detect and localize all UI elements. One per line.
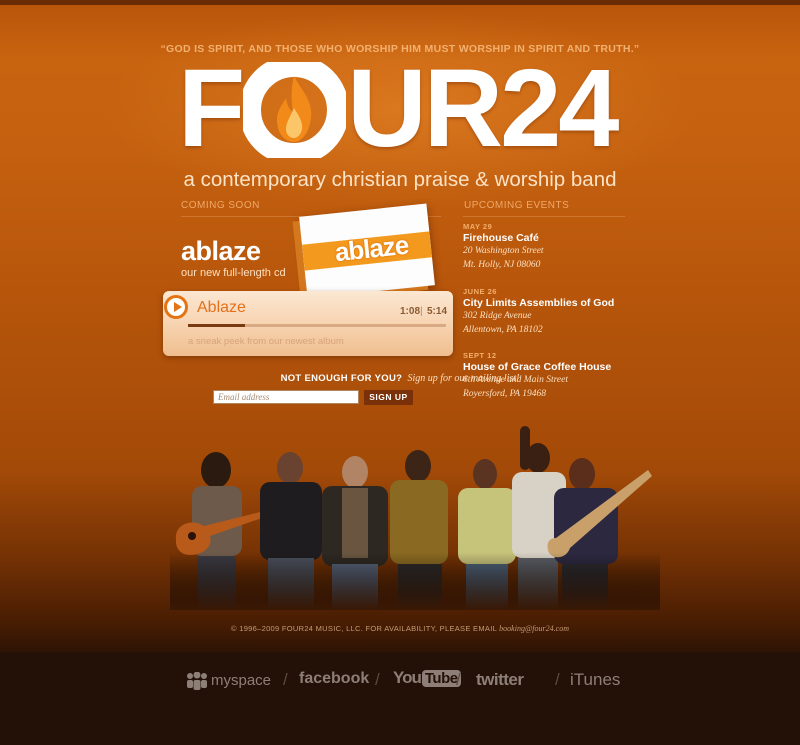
player-caption: a sneak peek from our newest album — [188, 336, 344, 347]
event-address-line1: 6th Avenue and Main Street — [463, 375, 569, 385]
youtube-tube-text: Tube — [421, 670, 461, 687]
event-item: MAY 29 Firehouse Café 20 Washington Stre… — [463, 222, 653, 272]
upcoming-events-label: UPCOMING EVENTS — [464, 200, 570, 211]
event-date: SEPT 12 — [463, 351, 497, 360]
twitter-link[interactable]: twitter — [476, 670, 524, 690]
event-item: JUNE 26 City Limits Assemblies of God 30… — [463, 287, 653, 337]
tagline: a contemporary christian praise & worshi… — [183, 168, 617, 191]
itunes-link[interactable]: iTunes — [570, 670, 620, 690]
album-cover[interactable]: ablaze — [299, 203, 435, 299]
event-venue[interactable]: House of Grace Coffee House — [463, 361, 653, 373]
track-title: Ablaze — [197, 299, 246, 316]
top-bar — [0, 0, 800, 5]
audio-player: Ablaze 1:08 | 5:14 a sneak peek from our… — [163, 291, 453, 356]
play-icon[interactable] — [164, 295, 188, 319]
current-time: 1:08 — [400, 306, 421, 317]
footer — [0, 652, 800, 745]
event-address-line2: Royersford, PA 19468 — [463, 389, 546, 399]
mailing-prompt-text: NOT ENOUGH FOR YOU? — [280, 373, 403, 384]
event-venue[interactable]: City Limits Assemblies of God — [463, 297, 653, 309]
booking-email-link[interactable]: booking@four24.com — [499, 624, 569, 633]
mailing-prompt: NOT ENOUGH FOR YOU? Sign up for our mail… — [0, 373, 800, 384]
event-date: JUNE 26 — [463, 287, 497, 296]
total-time: 5:14 — [427, 306, 448, 317]
separator: / — [555, 670, 560, 689]
coming-soon-label: COMING SOON — [181, 200, 260, 211]
event-venue[interactable]: Firehouse Café — [463, 232, 653, 244]
youtube-link[interactable]: You Tube — [393, 668, 461, 690]
progress-fill — [188, 324, 245, 327]
copyright: © 1996–2009 FOUR24 MUSIC, LLC. FOR AVAIL… — [0, 624, 800, 633]
myspace-link[interactable]: myspace — [211, 672, 271, 689]
myspace-people-icon[interactable] — [186, 671, 208, 695]
separator: / — [456, 670, 461, 689]
four24-logo[interactable]: F UR24 — [178, 50, 648, 168]
youtube-you-text: You — [393, 668, 422, 687]
event-item: SEPT 12 House of Grace Coffee House 6th … — [463, 351, 653, 401]
logo-text-left: F — [178, 47, 245, 170]
separator: / — [283, 670, 288, 689]
email-input[interactable]: Email address — [213, 390, 359, 404]
separator: / — [375, 670, 380, 689]
time-separator: | — [420, 306, 423, 317]
event-address-line1: 20 Washington Street — [463, 246, 544, 256]
event-address-line2: Mt. Holly, NJ 08060 — [463, 260, 541, 270]
cover-text: ablaze — [333, 229, 410, 268]
event-address-line1: 302 Ridge Avenue — [463, 311, 532, 321]
album-subtitle: our new full-length cd — [181, 267, 286, 279]
divider — [463, 216, 625, 217]
logo-text-right: UR24 — [347, 47, 619, 170]
band-photo — [170, 418, 660, 610]
event-address-line2: Allentown, PA 18102 — [463, 325, 543, 335]
album-title[interactable]: ablaze — [181, 236, 261, 267]
copyright-text: © 1996–2009 FOUR24 MUSIC, LLC. FOR AVAIL… — [231, 624, 497, 633]
event-date: MAY 29 — [463, 222, 493, 231]
sign-up-button[interactable]: SIGN UP — [364, 390, 413, 405]
facebook-link[interactable]: facebook — [299, 670, 369, 688]
flame-icon — [243, 50, 347, 168]
progress-bar[interactable] — [188, 324, 446, 327]
